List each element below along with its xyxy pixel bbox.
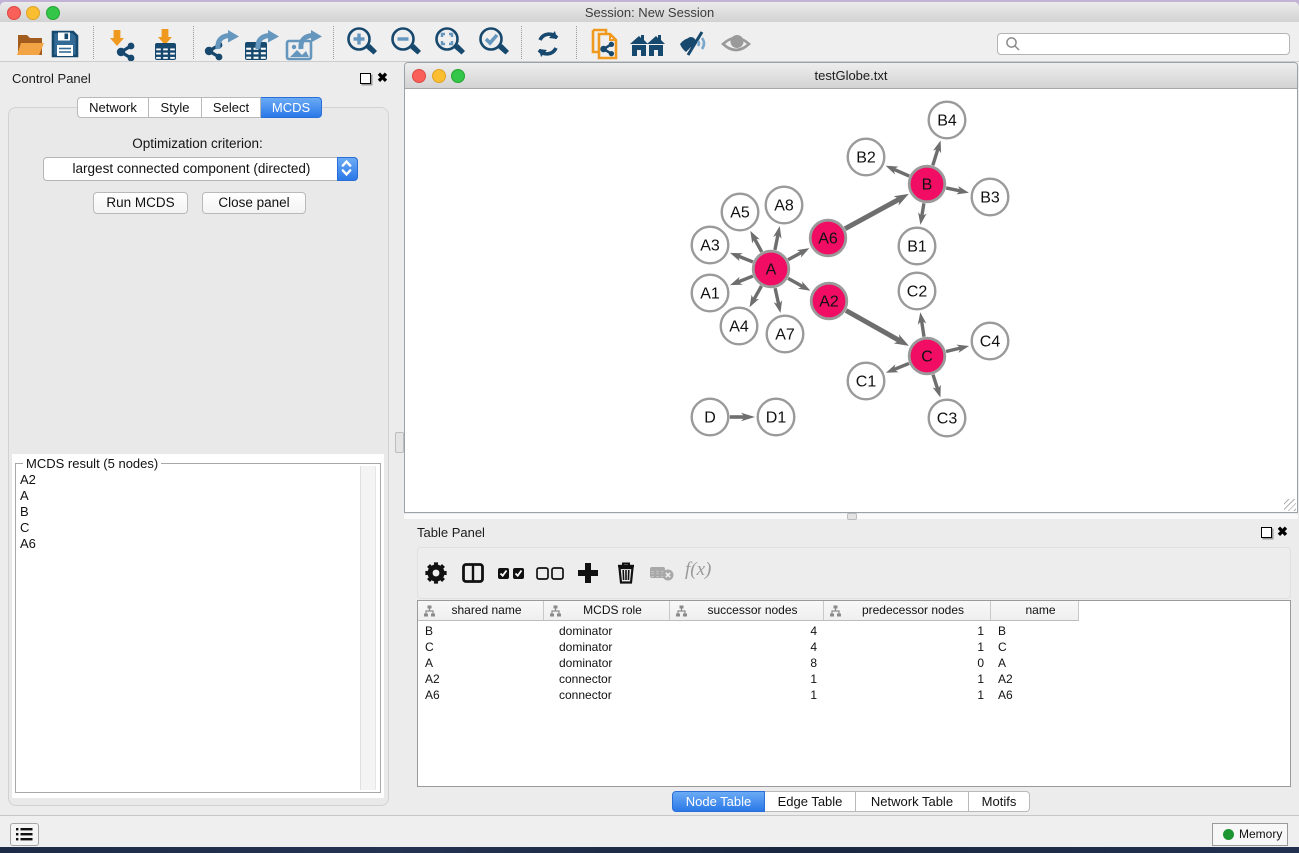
svg-text:D1: D1 [766, 410, 787, 427]
svg-text:B4: B4 [937, 113, 957, 130]
svg-text:C2: C2 [907, 284, 928, 301]
svg-text:A6: A6 [818, 231, 838, 248]
svg-text:A1: A1 [700, 286, 720, 303]
svg-text:A7: A7 [775, 327, 795, 344]
svg-text:A5: A5 [730, 205, 750, 222]
svg-text:B3: B3 [980, 190, 1000, 207]
svg-text:B1: B1 [907, 239, 927, 256]
svg-text:A3: A3 [700, 238, 720, 255]
svg-text:A: A [766, 262, 777, 279]
svg-text:B: B [922, 177, 933, 194]
svg-text:A8: A8 [774, 198, 794, 215]
svg-text:A2: A2 [819, 294, 839, 311]
svg-text:C: C [921, 349, 933, 366]
svg-text:C4: C4 [980, 334, 1001, 351]
svg-text:D: D [704, 410, 716, 427]
svg-text:B2: B2 [856, 150, 876, 167]
svg-text:C3: C3 [937, 411, 958, 428]
svg-text:A4: A4 [729, 319, 749, 336]
svg-text:C1: C1 [856, 374, 877, 391]
